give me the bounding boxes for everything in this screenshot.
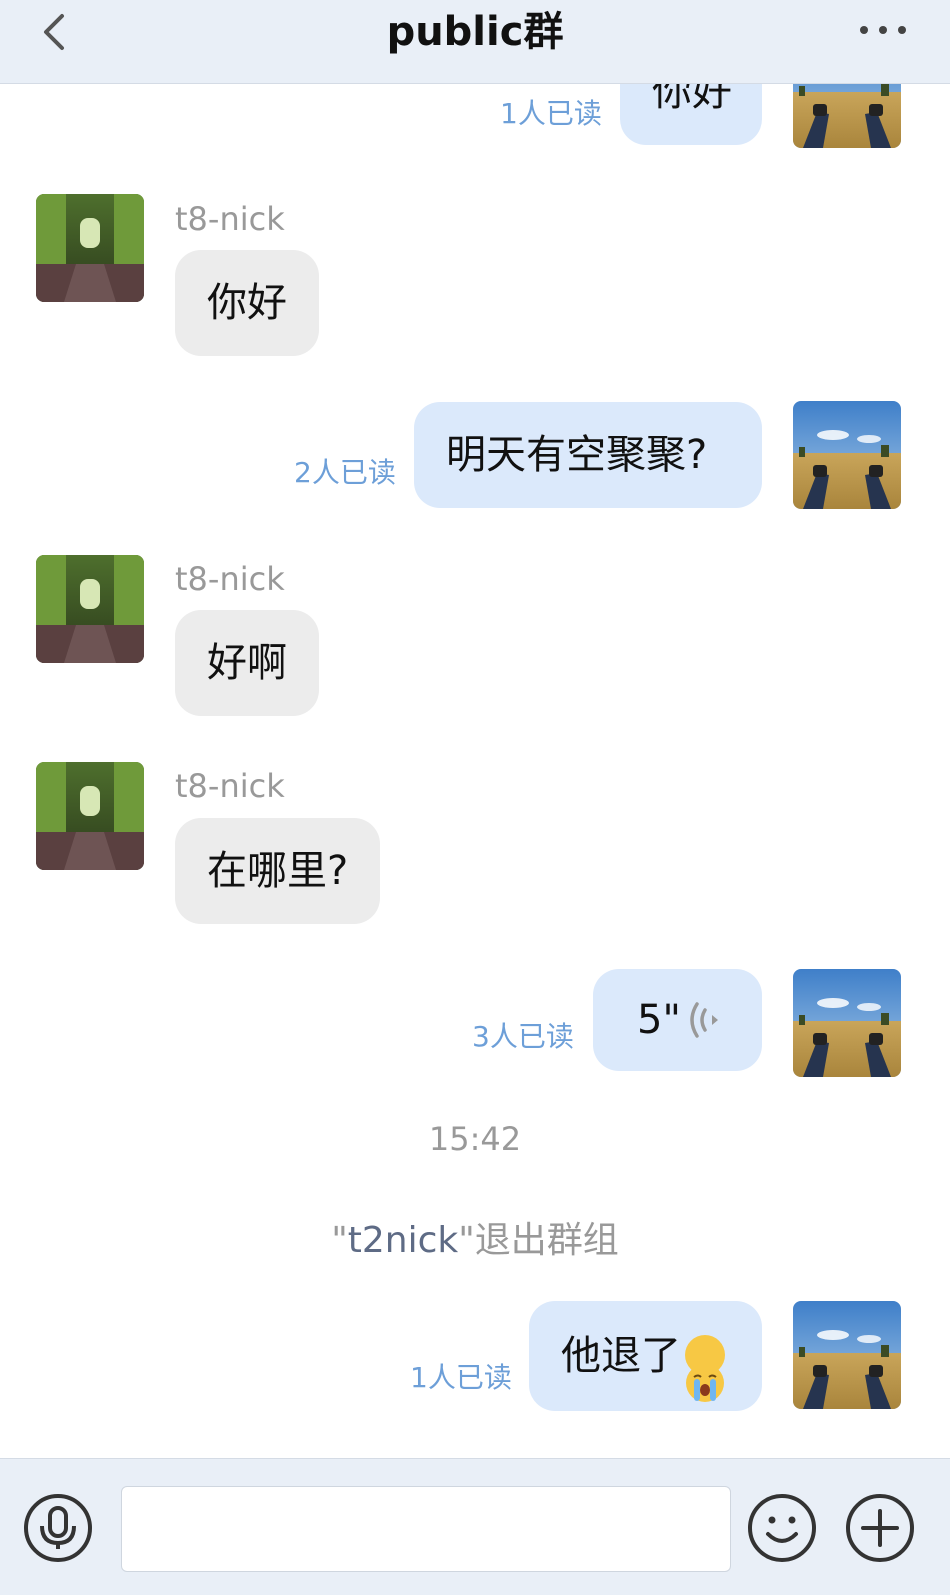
system-notice-action: 退出群组 <box>474 1220 619 1261</box>
message-input[interactable] <box>121 1486 731 1572</box>
system-notice: "t2nick"退出群组 <box>0 1211 950 1263</box>
read-receipt: 1人已读 <box>500 97 602 130</box>
message-bubble-incoming[interactable]: 在哪里? <box>175 818 381 924</box>
message-bubble-incoming[interactable]: 好啊 <box>175 610 319 716</box>
avatar[interactable] <box>36 555 144 663</box>
microphone-icon[interactable] <box>23 1493 93 1563</box>
sender-nickname: t8-nick <box>175 200 285 238</box>
voice-wave-icon <box>690 1002 718 1038</box>
chat-header: public群 <box>0 0 950 84</box>
voice-message-bubble[interactable]: 5" <box>593 969 762 1071</box>
message-bubble-outgoing[interactable]: 他退了 <box>529 1301 762 1411</box>
avatar[interactable] <box>36 762 144 870</box>
message-bubble-incoming[interactable]: 你好 <box>175 250 319 356</box>
read-receipt: 1人已读 <box>410 1361 512 1394</box>
quote-close: " <box>458 1220 475 1261</box>
smiley-icon[interactable] <box>747 1493 817 1563</box>
sender-nickname: t8-nick <box>175 560 285 598</box>
avatar[interactable] <box>793 1301 901 1409</box>
input-bar <box>0 1458 950 1595</box>
voice-duration: 5" <box>637 997 681 1043</box>
message-list[interactable]: 1人已读 你好 t8-nick 你好 2人已读 明天有空聚聚? t8-nick … <box>0 84 950 1458</box>
crying-face-emoji <box>685 1335 725 1402</box>
sender-nickname: t8-nick <box>175 767 285 805</box>
read-receipt: 2人已读 <box>294 456 396 489</box>
read-receipt: 3人已读 <box>472 1020 574 1053</box>
plus-icon[interactable] <box>845 1493 915 1563</box>
message-bubble-outgoing[interactable]: 明天有空聚聚? <box>414 402 762 508</box>
avatar[interactable] <box>793 969 901 1077</box>
page-title: public群 <box>386 9 564 55</box>
message-bubble-outgoing[interactable]: 你好 <box>620 84 762 145</box>
avatar[interactable] <box>36 194 144 302</box>
more-options-icon[interactable] <box>858 18 908 42</box>
message-timestamp: 15:42 <box>428 1120 522 1158</box>
system-notice-user: t2nick <box>347 1220 459 1261</box>
avatar[interactable] <box>793 84 901 148</box>
message-text: 他退了 <box>561 1333 681 1379</box>
avatar[interactable] <box>793 401 901 509</box>
quote-open: " <box>331 1220 348 1261</box>
